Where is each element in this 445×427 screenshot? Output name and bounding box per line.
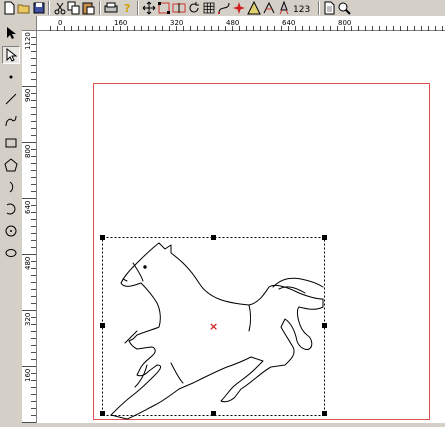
rectangle-icon[interactable] xyxy=(2,134,20,152)
ruler-label: 800 xyxy=(338,19,351,27)
ruler-label: 160 xyxy=(24,369,32,382)
print-icon[interactable] xyxy=(104,1,118,15)
page-icon[interactable] xyxy=(322,1,336,15)
measure-icon[interactable] xyxy=(262,1,276,15)
left-toolbox xyxy=(0,16,23,423)
paste-icon[interactable] xyxy=(82,1,96,15)
cut-icon[interactable] xyxy=(53,1,67,15)
ruler-label: 800 xyxy=(24,145,32,158)
spiral-icon[interactable] xyxy=(2,222,20,240)
curve-icon[interactable] xyxy=(2,112,20,130)
ruler-corner xyxy=(22,16,37,31)
point-icon[interactable] xyxy=(2,68,20,86)
triangle-icon[interactable] xyxy=(247,1,261,15)
ruler-label: 320 xyxy=(170,19,183,27)
ruler-label: 160 xyxy=(114,19,127,27)
new-file-icon[interactable] xyxy=(2,1,16,15)
bezier-icon[interactable] xyxy=(217,1,231,15)
main-toolbar: ? 123 xyxy=(0,0,445,17)
ruler-label: 480 xyxy=(24,257,32,270)
red-point-icon[interactable] xyxy=(232,1,246,15)
ruler-label: 480 xyxy=(226,19,239,27)
rotate-icon[interactable] xyxy=(187,1,201,15)
copy-icon[interactable] xyxy=(67,1,81,15)
center-mark: × xyxy=(209,320,218,333)
page-border xyxy=(93,83,430,420)
rocket-icon[interactable] xyxy=(277,1,291,15)
circle-arc-icon[interactable] xyxy=(2,200,20,218)
svg-text:?: ? xyxy=(124,2,130,15)
ruler-label: 1120 xyxy=(24,32,32,50)
select-arrow-icon[interactable] xyxy=(2,24,20,42)
zoom-icon[interactable] xyxy=(337,1,351,15)
ruler-label: 320 xyxy=(24,313,32,326)
ruler-label: 640 xyxy=(282,19,295,27)
node-edit-icon[interactable] xyxy=(157,1,171,15)
ruler-label: 960 xyxy=(24,89,32,102)
ruler-label: 640 xyxy=(24,201,32,214)
ellipse-icon[interactable] xyxy=(2,244,20,262)
grid-icon[interactable] xyxy=(202,1,216,15)
open-folder-icon[interactable] xyxy=(17,1,31,15)
mirror-icon[interactable] xyxy=(172,1,186,15)
drawing-canvas[interactable]: × xyxy=(37,31,445,423)
node-select-icon[interactable] xyxy=(2,46,20,64)
save-icon[interactable] xyxy=(32,1,46,15)
line-icon[interactable] xyxy=(2,90,20,108)
move-icon[interactable] xyxy=(142,1,156,15)
horizontal-ruler: 0 160 320 480 640 800 xyxy=(36,16,445,31)
polygon-icon[interactable] xyxy=(2,156,20,174)
help-icon[interactable]: ? xyxy=(120,1,134,15)
vertical-ruler: 11209608006404803201600 xyxy=(22,16,37,427)
number-icon[interactable]: 123 xyxy=(292,1,314,15)
svg-text:123: 123 xyxy=(293,5,310,15)
arc-icon[interactable] xyxy=(2,178,20,196)
ruler-label: 0 xyxy=(58,19,62,27)
